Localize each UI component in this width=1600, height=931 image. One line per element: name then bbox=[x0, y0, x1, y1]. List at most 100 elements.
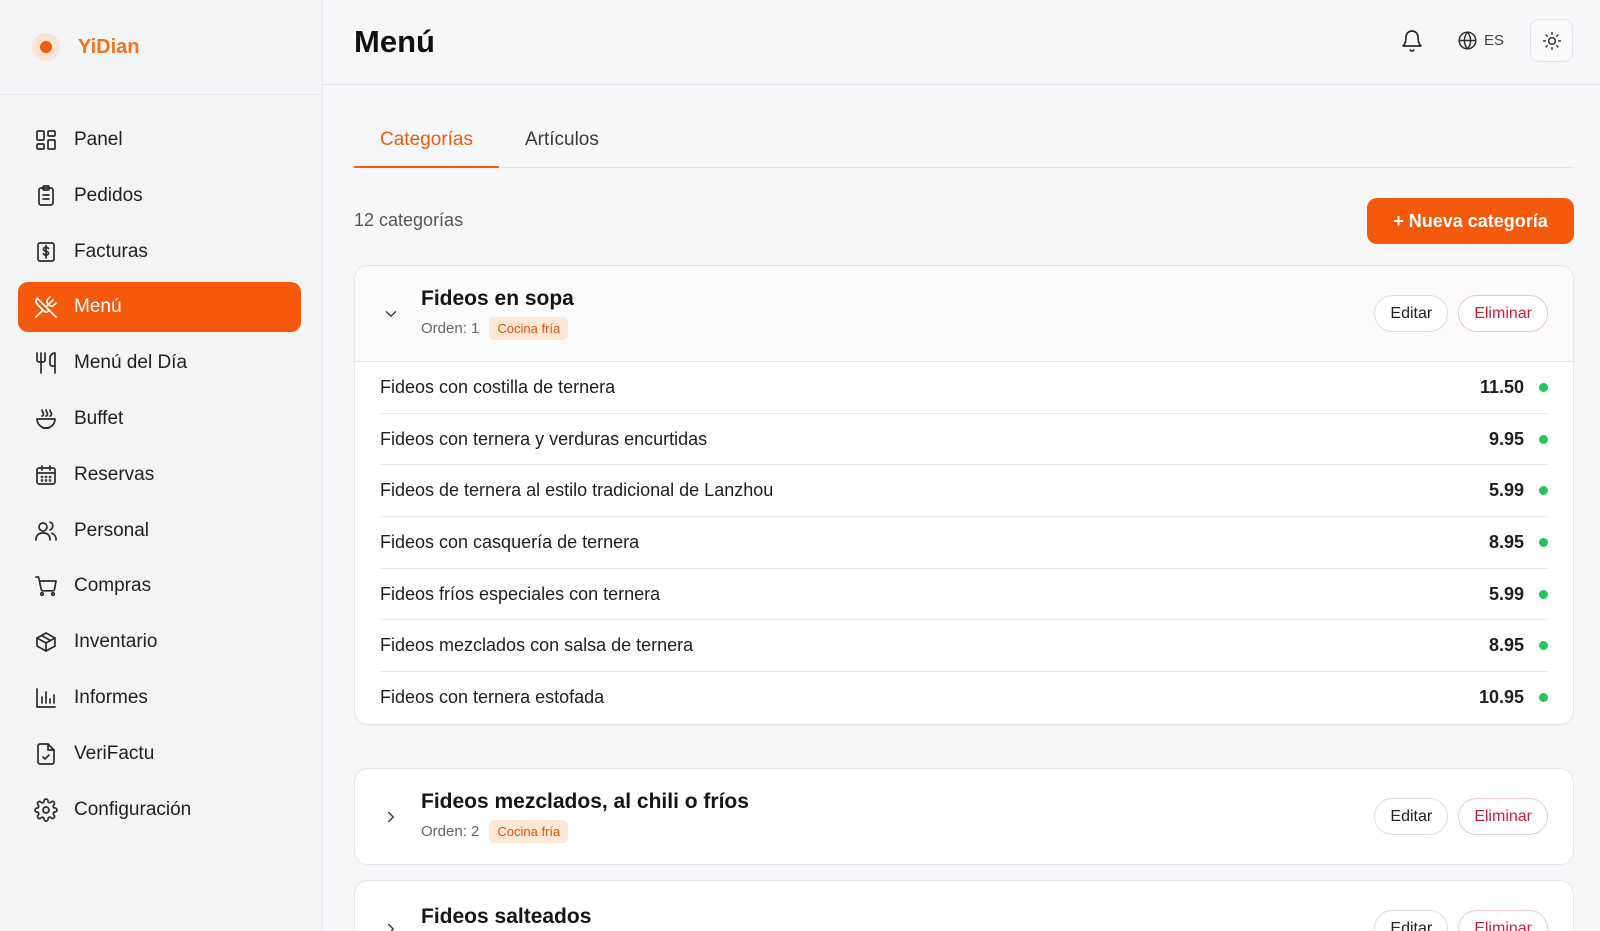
available-status-icon bbox=[1539, 434, 1548, 444]
sidebar-item-facturas[interactable]: Facturas bbox=[18, 227, 301, 277]
list-item[interactable]: Fideos con casquería de ternera 8.95 bbox=[380, 517, 1548, 569]
sidebar-item-label: Menú bbox=[74, 296, 122, 318]
sidebar-item-label: Facturas bbox=[74, 240, 148, 262]
available-status-icon bbox=[1539, 382, 1548, 392]
page-title: Menú bbox=[354, 24, 435, 59]
list-item[interactable]: Fideos con ternera estofada 10.95 bbox=[380, 672, 1548, 724]
main-content: Menú ES Categorías Artículos 12 categorí… bbox=[323, 0, 1600, 931]
brand-name: YiDian bbox=[78, 35, 140, 58]
category-count: 12 categorías bbox=[354, 210, 464, 230]
sidebar-item-informes[interactable]: Informes bbox=[18, 673, 301, 723]
logo-icon bbox=[32, 33, 60, 61]
sidebar-item-label: VeriFactu bbox=[74, 742, 155, 764]
kitchen-badge: Cocina fría bbox=[489, 317, 569, 340]
chevron-right-icon[interactable] bbox=[379, 917, 403, 931]
bowl-steam-icon bbox=[34, 407, 58, 431]
category-order: Orden: 1 bbox=[421, 320, 480, 337]
item-name: Fideos con costilla de ternera bbox=[380, 376, 616, 397]
file-check-icon bbox=[34, 742, 58, 766]
cart-icon bbox=[34, 574, 58, 598]
available-status-icon bbox=[1539, 589, 1548, 599]
top-actions: ES bbox=[1397, 19, 1573, 62]
available-status-icon bbox=[1539, 537, 1548, 547]
category-header[interactable]: Fideos salteados Editar Eliminar bbox=[355, 881, 1573, 931]
item-price: 11.50 bbox=[1479, 376, 1524, 397]
globe-icon bbox=[1457, 30, 1478, 51]
sidebar-item-verifactu[interactable]: VeriFactu bbox=[18, 729, 301, 779]
category-name: Fideos mezclados, al chili o fríos bbox=[421, 790, 749, 813]
item-price: 8.95 bbox=[1488, 531, 1524, 552]
delete-button[interactable]: Eliminar bbox=[1458, 295, 1548, 332]
list-item[interactable]: Fideos fríos especiales con ternera 5.99 bbox=[380, 569, 1548, 621]
sidebar-item-configuracion[interactable]: Configuración bbox=[18, 785, 301, 835]
edit-button[interactable]: Editar bbox=[1374, 910, 1449, 931]
category-items: Fideos con costilla de ternera 11.50 Fid… bbox=[355, 361, 1573, 724]
item-name: Fideos fríos especiales con ternera bbox=[380, 583, 661, 604]
item-name: Fideos con casquería de ternera bbox=[380, 531, 640, 552]
sidebar-item-label: Reservas bbox=[74, 463, 155, 485]
sun-icon bbox=[1542, 31, 1562, 51]
item-name: Fideos con ternera y verduras encurtidas bbox=[380, 428, 708, 449]
category-header[interactable]: Fideos en sopa Orden: 1 Cocina fría Edit… bbox=[355, 266, 1573, 361]
category-order: Orden: 2 bbox=[421, 823, 480, 840]
item-price: 5.99 bbox=[1488, 583, 1524, 604]
delete-button[interactable]: Eliminar bbox=[1458, 798, 1548, 835]
item-price: 8.95 bbox=[1488, 635, 1524, 656]
utensils-crossed-icon bbox=[34, 295, 58, 319]
sidebar-item-label: Menú del Día bbox=[74, 352, 188, 374]
bar-chart-icon bbox=[34, 686, 58, 710]
sidebar-item-menu-del-dia[interactable]: Menú del Día bbox=[18, 338, 301, 388]
invoice-icon bbox=[34, 240, 58, 264]
sidebar-item-label: Configuración bbox=[74, 798, 192, 820]
sidebar-item-label: Personal bbox=[74, 519, 149, 541]
tab-articulos[interactable]: Artículos bbox=[499, 115, 625, 168]
sidebar-item-label: Pedidos bbox=[74, 184, 143, 206]
list-item[interactable]: Fideos mezclados con salsa de ternera 8.… bbox=[380, 620, 1548, 673]
calendar-icon bbox=[34, 463, 58, 487]
category-name: Fideos salteados bbox=[421, 905, 592, 928]
item-name: Fideos con ternera estofada bbox=[380, 687, 605, 708]
language-selector[interactable]: ES bbox=[1457, 30, 1504, 51]
theme-toggle-button[interactable] bbox=[1530, 19, 1573, 62]
dashboard-icon bbox=[34, 128, 58, 152]
category-header[interactable]: Fideos mezclados, al chili o fríos Orden… bbox=[355, 769, 1573, 864]
available-status-icon bbox=[1539, 693, 1548, 703]
sidebar-item-label: Panel bbox=[74, 129, 123, 150]
available-status-icon bbox=[1539, 486, 1548, 496]
package-icon bbox=[34, 630, 58, 654]
top-bar: Menú ES bbox=[323, 0, 1600, 85]
brand[interactable]: YiDian bbox=[0, 0, 322, 95]
sidebar-nav: Panel Pedidos Facturas Menú Menú del Día… bbox=[0, 95, 322, 835]
category-card: Fideos mezclados, al chili o fríos Orden… bbox=[354, 768, 1574, 865]
item-name: Fideos de ternera al estilo tradicional … bbox=[380, 480, 774, 501]
delete-button[interactable]: Eliminar bbox=[1458, 910, 1548, 931]
users-icon bbox=[34, 519, 58, 543]
sidebar-item-label: Compras bbox=[74, 575, 152, 597]
item-price: 9.95 bbox=[1488, 428, 1524, 449]
sidebar-item-compras[interactable]: Compras bbox=[18, 561, 301, 611]
sidebar-item-pedidos[interactable]: Pedidos bbox=[18, 171, 301, 221]
sidebar-item-personal[interactable]: Personal bbox=[18, 506, 301, 556]
new-category-button[interactable]: + Nueva categoría bbox=[1367, 198, 1574, 244]
chevron-down-icon[interactable] bbox=[379, 302, 403, 326]
sidebar-item-panel[interactable]: Panel bbox=[18, 115, 301, 165]
sidebar-item-menu[interactable]: Menú bbox=[18, 282, 301, 333]
edit-button[interactable]: Editar bbox=[1374, 798, 1449, 835]
category-card: Fideos salteados Editar Eliminar bbox=[354, 880, 1574, 931]
sidebar-item-buffet[interactable]: Buffet bbox=[18, 394, 301, 444]
list-item[interactable]: Fideos con ternera y verduras encurtidas… bbox=[380, 414, 1548, 466]
edit-button[interactable]: Editar bbox=[1374, 295, 1449, 332]
category-name: Fideos en sopa bbox=[421, 287, 574, 310]
sidebar-item-label: Informes bbox=[74, 686, 148, 708]
sidebar-item-reservas[interactable]: Reservas bbox=[18, 450, 301, 500]
clipboard-icon bbox=[34, 184, 58, 208]
fork-knife-icon bbox=[34, 351, 58, 375]
chevron-right-icon[interactable] bbox=[379, 805, 403, 829]
item-price: 5.99 bbox=[1488, 480, 1524, 501]
available-status-icon bbox=[1539, 641, 1548, 651]
list-item[interactable]: Fideos de ternera al estilo tradicional … bbox=[380, 465, 1548, 518]
bell-icon[interactable] bbox=[1397, 26, 1427, 56]
tab-categorias[interactable]: Categorías bbox=[354, 115, 499, 168]
sidebar-item-inventario[interactable]: Inventario bbox=[18, 617, 301, 667]
list-item[interactable]: Fideos con costilla de ternera 11.50 bbox=[380, 362, 1548, 414]
